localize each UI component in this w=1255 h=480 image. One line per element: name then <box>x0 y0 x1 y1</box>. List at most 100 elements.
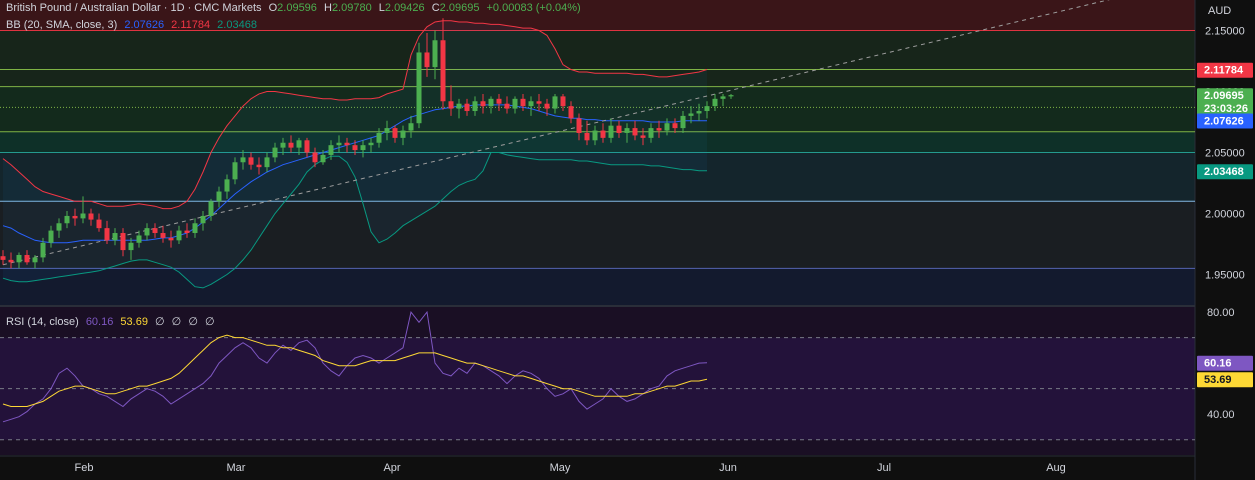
candle-body <box>96 219 102 229</box>
candle-body <box>472 101 478 112</box>
close-value: 2.09695 <box>439 2 480 14</box>
rsi-extra-3: ∅ <box>188 316 198 328</box>
candle-body <box>648 128 654 138</box>
candle-body <box>320 154 326 163</box>
high-value: 2.09780 <box>331 2 372 14</box>
currency-label[interactable]: AUD <box>1208 5 1231 17</box>
candle-body <box>520 98 526 107</box>
candle-body <box>504 103 510 109</box>
candle-body <box>616 125 622 133</box>
close-label: C <box>431 2 440 14</box>
time-tick-label: Aug <box>1046 462 1066 474</box>
time-tick-label: Apr <box>383 462 400 474</box>
rsi-legend[interactable]: RSI (14, close) 60.16 53.69 ∅ ∅ ∅ ∅ <box>6 315 219 328</box>
candle-body <box>120 233 126 251</box>
candle-body <box>704 106 710 112</box>
close-tag: 2.09695 <box>1204 90 1244 102</box>
candle-body <box>200 215 206 224</box>
level-band-6 <box>0 268 1195 305</box>
candle-body <box>240 157 246 163</box>
open-value: 2.09596 <box>277 2 317 14</box>
candle-body <box>640 135 646 138</box>
upper-tag: 2.11784 <box>1204 65 1244 77</box>
candle-body <box>304 140 310 153</box>
candle-body <box>488 98 494 107</box>
candle-body <box>432 40 438 68</box>
bb-lower-value: 2.03468 <box>217 19 257 31</box>
candle-body <box>688 113 694 116</box>
candle-body <box>0 256 6 260</box>
symbol-header[interactable]: British Pound / Australian Dollar · 1D ·… <box>6 2 585 14</box>
candle-body <box>632 128 638 136</box>
candle-body <box>352 145 358 151</box>
candle-body <box>448 101 454 109</box>
candle-body <box>664 123 670 131</box>
candle-body <box>456 103 462 109</box>
candle-body <box>16 254 22 263</box>
basis-tag: 2.07626 <box>1204 115 1244 127</box>
candle-body <box>296 140 302 148</box>
price-tick-label: 2.05000 <box>1205 148 1245 160</box>
candle-body <box>368 142 374 146</box>
candle-body <box>400 130 406 138</box>
change-value: +0.00083 (+0.04%) <box>486 2 581 14</box>
candle-body <box>312 152 318 163</box>
candle-body <box>672 123 678 129</box>
rsi-extra-2: ∅ <box>171 316 182 328</box>
candle-body <box>584 132 590 141</box>
candle-body <box>696 111 702 114</box>
rsi-extra-4: ∅ <box>204 316 215 328</box>
candle-body <box>144 228 150 236</box>
candle-body <box>592 130 598 141</box>
chart-canvas[interactable]: 2.150002.100002.050002.000001.9500080.00… <box>0 0 1255 480</box>
candle-body <box>40 242 46 258</box>
candle-body <box>272 147 278 158</box>
candle-body <box>8 259 14 263</box>
bb-legend[interactable]: BB (20, SMA, close, 3) 2.07626 2.11784 2… <box>6 19 261 31</box>
low-value: 2.09426 <box>384 2 425 14</box>
candle-body <box>712 98 718 107</box>
candle-body <box>392 128 398 138</box>
candle-body <box>152 228 158 234</box>
candle-body <box>288 142 294 148</box>
lower-tag: 2.03468 <box>1204 166 1244 178</box>
candle-body <box>208 201 214 216</box>
high-label: H <box>323 2 332 14</box>
time-tick-label: Feb <box>75 462 94 474</box>
candle-body <box>344 142 350 146</box>
candle-body <box>160 233 166 238</box>
candle-body <box>408 123 414 131</box>
candle-body <box>680 115 686 129</box>
candle-body <box>424 52 430 68</box>
rsi-tag: 60.16 <box>1204 358 1232 370</box>
candle-body <box>24 254 30 263</box>
low-label: L <box>378 2 385 14</box>
candle-body <box>184 230 190 234</box>
candle-body <box>576 118 582 133</box>
candle-body <box>512 98 518 109</box>
candle-body <box>480 101 486 107</box>
rsi-legend-label: RSI (14, close) <box>6 316 79 328</box>
candle-body <box>176 230 182 241</box>
rsi-value: 60.16 <box>85 316 114 328</box>
candle-body <box>360 145 366 151</box>
candle-body <box>440 40 446 102</box>
candle-body <box>496 98 502 104</box>
time-axis[interactable]: Feb Mar Apr May Jun Jul Aug <box>0 455 1195 474</box>
candle-body <box>192 223 198 234</box>
candle-body <box>224 179 230 192</box>
candle-body <box>536 101 542 104</box>
candle-body <box>168 237 174 241</box>
candle-body <box>48 230 54 243</box>
candle-body <box>232 162 238 180</box>
candle-body <box>376 132 382 143</box>
candle-body <box>656 128 662 131</box>
candle-body <box>256 164 262 168</box>
symbol-title[interactable]: British Pound / Australian Dollar · 1D ·… <box>6 2 262 14</box>
candle-body <box>112 233 118 241</box>
time-tick-label: May <box>550 462 571 474</box>
bb-legend-label: BB (20, SMA, close, 3) <box>6 19 118 31</box>
candle-body <box>104 228 110 241</box>
candle-body <box>560 96 566 107</box>
bb-basis-value: 2.07626 <box>124 19 165 31</box>
